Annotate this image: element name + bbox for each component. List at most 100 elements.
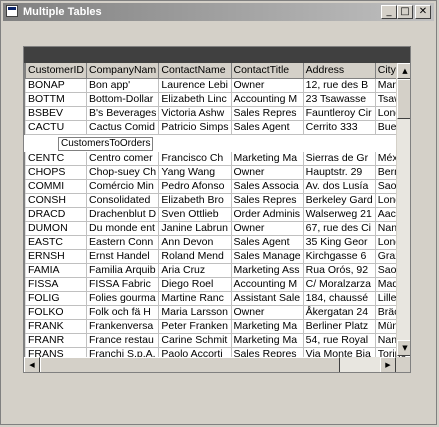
horizontal-scroll-thumb[interactable] <box>40 357 340 372</box>
cell-customerid[interactable]: ERNSH <box>25 249 88 264</box>
cell-contactname[interactable]: Martine Ranc <box>158 291 232 306</box>
cell-address[interactable]: Berliner Platz <box>303 319 376 334</box>
cell-contactname[interactable]: Sven Ottlieb <box>158 207 232 222</box>
cell-customerid[interactable]: FOLKO <box>25 305 88 320</box>
table-row[interactable]: ⊞DUMONDu monde entJanine LabrunOwner67, … <box>24 221 410 236</box>
column-header-contacttitle[interactable]: ContactTitle <box>231 63 304 79</box>
scroll-right-icon[interactable]: ▶ <box>380 357 396 372</box>
cell-companyname[interactable]: Eastern Conn <box>86 235 160 250</box>
table-row[interactable]: ⊞ERNSHErnst HandelRoland MendSales Manag… <box>24 249 410 264</box>
maximize-button[interactable]: □ <box>397 5 413 19</box>
cell-companyname[interactable]: Folk och fä H <box>86 305 160 320</box>
cell-customerid[interactable]: BOTTM <box>25 92 88 107</box>
cell-companyname[interactable]: Consolidated <box>86 193 160 208</box>
cell-companyname[interactable]: Comércio Min <box>86 179 160 194</box>
table-row[interactable]: ⊞FRANRFrance restauCarine SchmitMarketin… <box>24 333 410 348</box>
cell-address[interactable]: 54, rue Royal <box>303 333 376 348</box>
cell-contactname[interactable]: Elizabeth Bro <box>158 193 232 208</box>
cell-customerid[interactable]: FISSA <box>25 277 88 292</box>
cell-customerid[interactable]: CACTU <box>25 120 88 135</box>
cell-companyname[interactable]: Frankenversa <box>86 319 160 334</box>
cell-contactname[interactable]: Carine Schmit <box>158 333 232 348</box>
table-row[interactable]: ⊞FOLKOFolk och fä HMaria LarssonOwnerÅke… <box>24 305 410 320</box>
cell-contactname[interactable]: Victoria Ashw <box>158 106 232 121</box>
cell-contactname[interactable]: Roland Mend <box>158 249 232 264</box>
cell-contactname[interactable]: Elizabeth Linc <box>158 92 232 107</box>
cell-address[interactable]: 12, rue des B <box>303 78 376 93</box>
cell-contacttitle[interactable]: Owner <box>231 165 304 180</box>
cell-contactname[interactable]: Maria Larsson <box>158 305 232 320</box>
table-row[interactable]: ⊞BOTTMBottom-DollarElizabeth LincAccount… <box>24 92 410 107</box>
cell-customerid[interactable]: FRANK <box>25 319 88 334</box>
cell-customerid[interactable]: FOLIG <box>25 291 88 306</box>
cell-address[interactable]: 35 King Geor <box>303 235 376 250</box>
scroll-left-icon[interactable]: ◀ <box>24 357 40 372</box>
cell-address[interactable]: Berkeley Gard <box>303 193 376 208</box>
cell-contactname[interactable]: Janine Labrun <box>158 221 232 236</box>
close-button[interactable]: ✕ <box>415 5 431 19</box>
table-row[interactable]: ⊞EASTCEastern ConnAnn DevonSales Agent35… <box>24 235 410 250</box>
cell-companyname[interactable]: Chop-suey Ch <box>86 165 160 180</box>
cell-companyname[interactable]: Folies gourma <box>86 291 160 306</box>
cell-contacttitle[interactable]: Accounting M <box>231 92 304 107</box>
cell-contactname[interactable]: Ann Devon <box>158 235 232 250</box>
cell-customerid[interactable]: CONSH <box>25 193 88 208</box>
title-bar[interactable]: Multiple Tables _ □ ✕ <box>3 3 434 21</box>
cell-contacttitle[interactable]: Sales Repres <box>231 106 304 121</box>
cell-contacttitle[interactable]: Marketing Ma <box>231 333 304 348</box>
cell-companyname[interactable]: Du monde ent <box>86 221 160 236</box>
table-row[interactable]: ✎⊟CACTUCactus ComidPatricio SimpsSales A… <box>24 120 410 135</box>
column-header-customerid[interactable]: CustomerID <box>25 63 88 79</box>
cell-customerid[interactable]: BSBEV <box>25 106 88 121</box>
column-header-contactname[interactable]: ContactName <box>158 63 232 79</box>
cell-contacttitle[interactable]: Owner <box>231 221 304 236</box>
cell-customerid[interactable]: FRANR <box>25 333 88 348</box>
cell-address[interactable]: Åkergatan 24 <box>303 305 376 320</box>
cell-contacttitle[interactable]: Owner <box>231 78 304 93</box>
scroll-up-icon[interactable]: ▲ <box>397 63 410 79</box>
cell-contacttitle[interactable]: Sales Repres <box>231 193 304 208</box>
cell-customerid[interactable]: COMMI <box>25 179 88 194</box>
cell-address[interactable]: Av. dos Lusía <box>303 179 376 194</box>
table-row[interactable]: ⊞FAMIAFamilia ArquibAria CruzMarketing A… <box>24 263 410 278</box>
table-row[interactable]: ⊞CONSHConsolidatedElizabeth BroSales Rep… <box>24 193 410 208</box>
cell-contacttitle[interactable]: Sales Associa <box>231 179 304 194</box>
cell-contactname[interactable]: Pedro Afonso <box>158 179 232 194</box>
column-header-address[interactable]: Address <box>303 63 376 79</box>
cell-companyname[interactable]: Bon app' <box>86 78 160 93</box>
cell-contactname[interactable]: Peter Franken <box>158 319 232 334</box>
column-header-companyname[interactable]: CompanyNam <box>86 63 160 79</box>
cell-address[interactable]: Fauntleroy Cir <box>303 106 376 121</box>
customers-to-orders-link[interactable]: CustomersToOrders <box>58 136 154 151</box>
cell-companyname[interactable]: Familia Arquib <box>86 263 160 278</box>
table-row[interactable]: ⊞FOLIGFolies gourmaMartine RancAssistant… <box>24 291 410 306</box>
cell-companyname[interactable]: Ernst Handel <box>86 249 160 264</box>
vertical-scrollbar[interactable]: ▲ ▼ <box>396 63 410 356</box>
cell-customerid[interactable]: CHOPS <box>25 165 88 180</box>
data-grid[interactable]: CustomerID CompanyNam ContactName Contac… <box>23 46 411 373</box>
cell-customerid[interactable]: CENTC <box>25 152 88 166</box>
cell-contactname[interactable]: Francisco Ch <box>158 152 232 166</box>
cell-companyname[interactable]: FISSA Fabric <box>86 277 160 292</box>
cell-contacttitle[interactable]: Sales Manage <box>231 249 304 264</box>
cell-contactname[interactable]: Diego Roel <box>158 277 232 292</box>
cell-address[interactable]: Hauptstr. 29 <box>303 165 376 180</box>
cell-address[interactable]: Cerrito 333 <box>303 120 376 135</box>
table-row[interactable]: ⊞FISSAFISSA FabricDiego RoelAccounting M… <box>24 277 410 292</box>
table-row[interactable]: ⊞FRANKFrankenversaPeter FrankenMarketing… <box>24 319 410 334</box>
vertical-scroll-thumb[interactable] <box>397 79 410 119</box>
cell-customerid[interactable]: BONAP <box>25 78 88 93</box>
cell-companyname[interactable]: Centro comer <box>86 152 160 166</box>
cell-address[interactable]: 23 Tsawasse <box>303 92 376 107</box>
cell-customerid[interactable]: FAMIA <box>25 263 88 278</box>
cell-address[interactable]: Sierras de Gr <box>303 152 376 166</box>
cell-customerid[interactable]: DRACD <box>25 207 88 222</box>
cell-customerid[interactable]: DUMON <box>25 221 88 236</box>
horizontal-scrollbar[interactable]: ◀ ▶ <box>24 357 396 372</box>
table-row[interactable]: ⊞COMMIComércio MinPedro AfonsoSales Asso… <box>24 179 410 194</box>
table-row[interactable]: ⊞CENTCCentro comerFrancisco ChMarketing … <box>24 152 410 166</box>
cell-companyname[interactable]: Drachenblut D <box>86 207 160 222</box>
cell-companyname[interactable]: Bottom-Dollar <box>86 92 160 107</box>
table-row[interactable]: ⊞CHOPSChop-suey ChYang WangOwnerHauptstr… <box>24 165 410 180</box>
cell-contactname[interactable]: Yang Wang <box>158 165 232 180</box>
